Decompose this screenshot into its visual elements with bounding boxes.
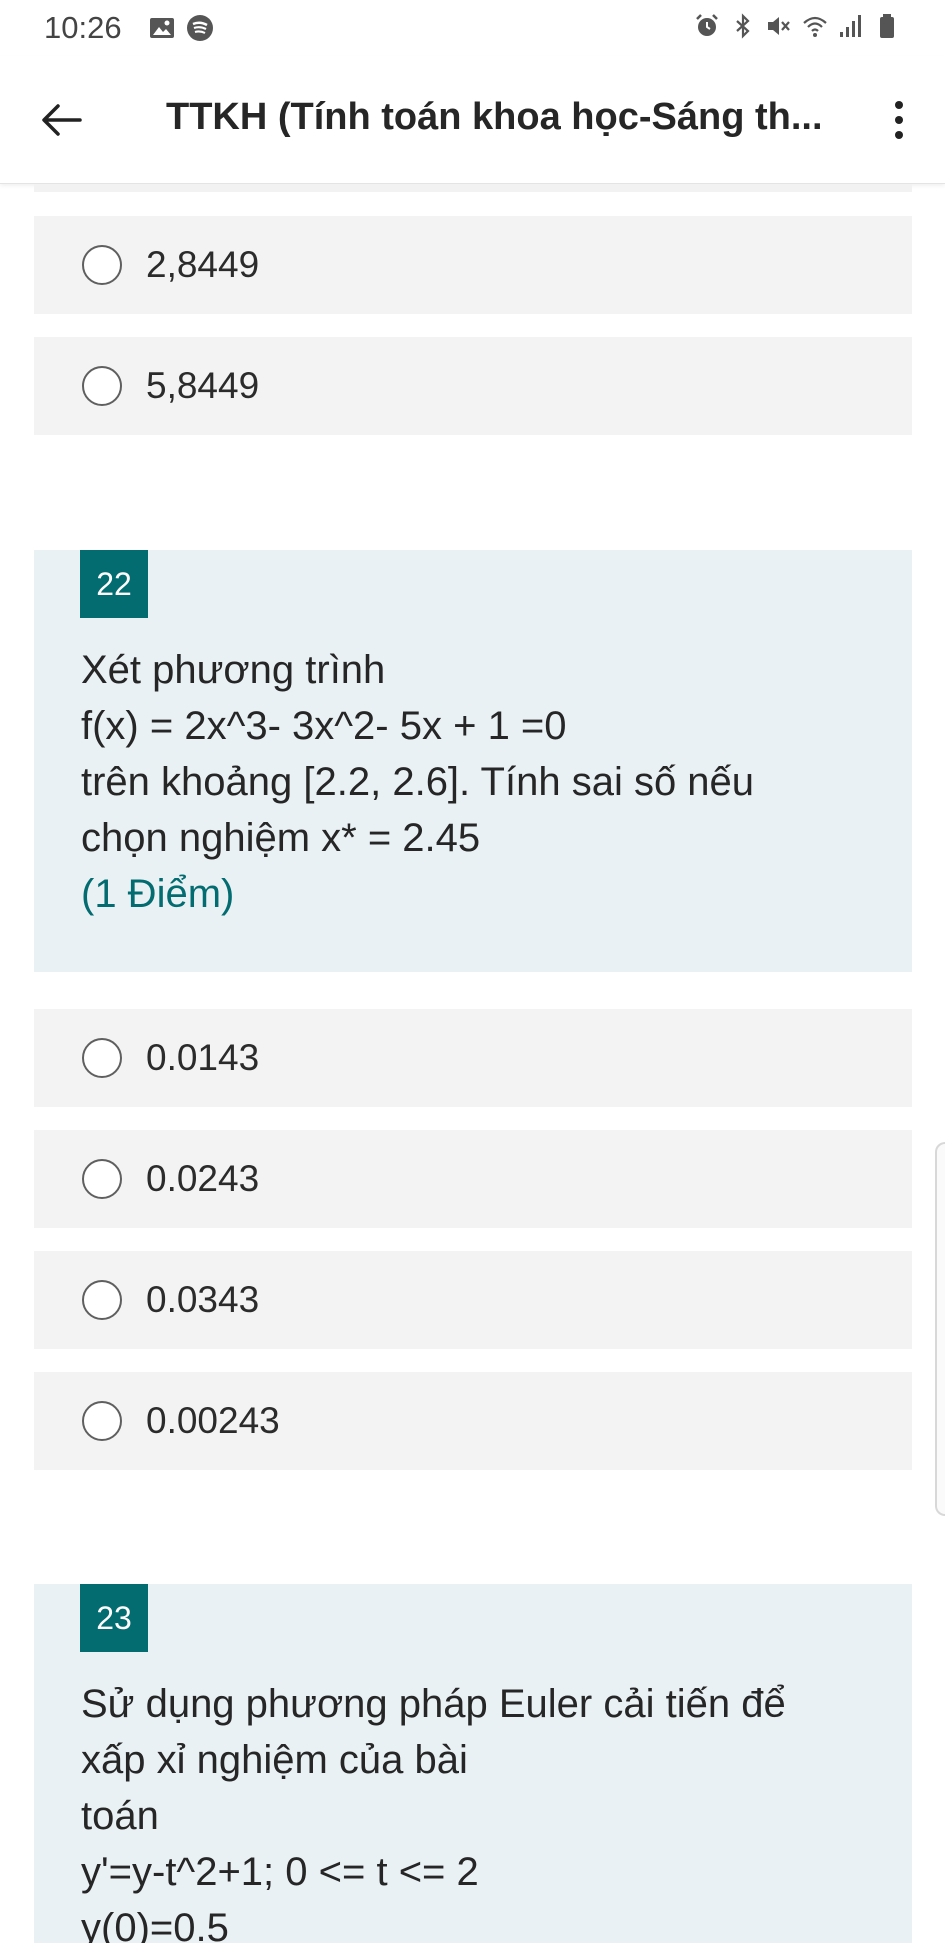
option-0-0343[interactable]: 0.0343 xyxy=(34,1251,912,1349)
radio-button[interactable] xyxy=(82,1401,122,1441)
radio-button[interactable] xyxy=(82,1280,122,1320)
back-button[interactable] xyxy=(34,92,90,148)
question-22-card: 22 Xét phương trình f(x) = 2x^3- 3x^2- 5… xyxy=(34,550,912,972)
question-number: 23 xyxy=(80,1584,148,1652)
option-5-8449[interactable]: 5,8449 xyxy=(34,337,912,435)
option-label: 0.0343 xyxy=(146,1279,260,1320)
question-text: Xét phương trình f(x) = 2x^3- 3x^2- 5x +… xyxy=(81,642,881,922)
status-time: 10:26 xyxy=(44,10,122,45)
option-label: 0.00243 xyxy=(146,1400,280,1441)
option-label: 5,8449 xyxy=(146,365,260,406)
previous-question-edge xyxy=(34,184,912,192)
radio-button[interactable] xyxy=(82,1038,122,1078)
app-bar: TTKH (Tính toán khoa học-Sáng th... xyxy=(0,56,945,184)
spotify-icon xyxy=(186,14,214,42)
scroll-handle[interactable] xyxy=(935,1142,945,1516)
alarm-icon xyxy=(693,12,721,40)
question-points: (1 Điểm) xyxy=(81,872,235,916)
bluetooth-icon xyxy=(729,12,757,40)
option-label: 0.0243 xyxy=(146,1158,260,1199)
status-bar: 10:26 xyxy=(0,0,945,56)
question-23-card: 23 Sử dụng phương pháp Euler cải tiến để… xyxy=(34,1584,912,1943)
option-2-8449[interactable]: 2,8449 xyxy=(34,216,912,314)
option-0-0143[interactable]: 0.0143 xyxy=(34,1009,912,1107)
option-label: 0.0143 xyxy=(146,1037,260,1078)
signal-icon xyxy=(837,12,865,40)
mute-icon xyxy=(765,12,793,40)
option-0-00243[interactable]: 0.00243 xyxy=(34,1372,912,1470)
option-label: 2,8449 xyxy=(146,244,260,285)
page-title: TTKH (Tính toán khoa học-Sáng th... xyxy=(166,96,823,138)
battery-icon xyxy=(873,12,901,40)
option-0-0243[interactable]: 0.0243 xyxy=(34,1130,912,1228)
wifi-icon xyxy=(801,12,829,40)
more-vertical-icon xyxy=(895,101,903,109)
radio-button[interactable] xyxy=(82,245,122,285)
more-options-button[interactable] xyxy=(871,92,927,148)
radio-button[interactable] xyxy=(82,366,122,406)
question-number: 22 xyxy=(80,550,148,618)
image-icon xyxy=(148,14,176,42)
question-text: Sử dụng phương pháp Euler cải tiến để xấ… xyxy=(81,1682,786,1943)
radio-button[interactable] xyxy=(82,1159,122,1199)
arrow-left-icon xyxy=(42,104,82,136)
